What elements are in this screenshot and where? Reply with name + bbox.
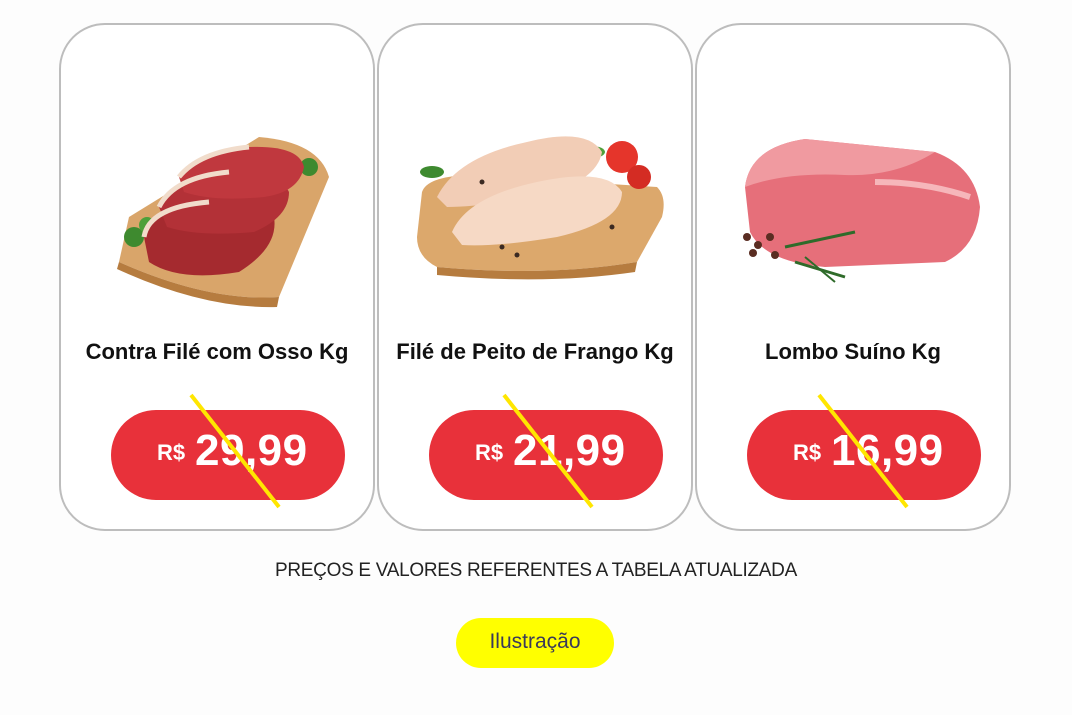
product-offers: Contra Filé com Osso Kg R$ 29,99 Filé de… bbox=[0, 0, 1072, 715]
price-currency: R$ bbox=[793, 440, 822, 465]
product-name: Lombo Suíno Kg bbox=[765, 339, 941, 364]
product-card[interactable]: Contra Filé com Osso Kg R$ 29,99 bbox=[59, 23, 375, 531]
pork-loin-image bbox=[725, 97, 983, 309]
steak-on-board-image bbox=[89, 97, 347, 309]
product-name: Filé de Peito de Frango Kg bbox=[396, 339, 674, 364]
price-value: 29,99 bbox=[195, 426, 308, 475]
price-currency: R$ bbox=[157, 440, 186, 465]
price-notice: PREÇOS E VALORES REFERENTES A TABELA ATU… bbox=[275, 560, 797, 581]
illustration-badge: Ilustração bbox=[456, 618, 614, 668]
chicken-breast-on-board-image bbox=[407, 97, 665, 309]
price-value: 16,99 bbox=[831, 426, 944, 475]
product-name: Contra Filé com Osso Kg bbox=[85, 339, 349, 364]
price-badge: R$ 21,99 bbox=[429, 410, 663, 500]
price-badge: R$ 16,99 bbox=[747, 410, 981, 500]
price-badge: R$ 29,99 bbox=[111, 410, 345, 500]
price-value: 21,99 bbox=[513, 426, 626, 475]
product-card[interactable]: Filé de Peito de Frango Kg R$ 21,99 bbox=[377, 23, 693, 531]
price-currency: R$ bbox=[475, 440, 504, 465]
product-card[interactable]: Lombo Suíno Kg R$ 16,99 bbox=[695, 23, 1011, 531]
